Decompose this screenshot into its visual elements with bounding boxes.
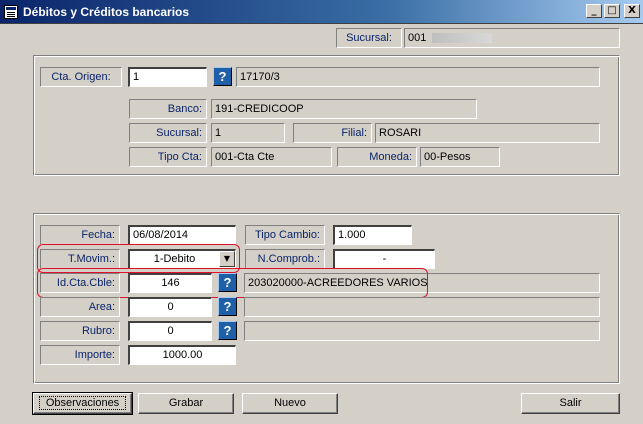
app-form-icon: [4, 4, 18, 19]
header-sucursal-value: 001: [408, 32, 427, 44]
tipo-cambio-input[interactable]: 1.000: [333, 225, 412, 245]
fecha-input[interactable]: 06/08/2014: [128, 225, 236, 245]
header-sucursal-field: 001: [404, 28, 620, 48]
dropdown-arrow-icon[interactable]: ▼: [219, 251, 235, 267]
moneda-value: 00-Pesos: [420, 147, 500, 167]
n-comprob-input[interactable]: -: [333, 249, 435, 269]
area-help-button[interactable]: ?: [218, 297, 237, 316]
tipo-cta-value: 001-Cta Cte: [211, 147, 332, 167]
filial-value: ROSARI: [375, 123, 600, 143]
area-input[interactable]: 0: [128, 297, 212, 317]
id-cta-cble-desc: 203020000-ACREEDORES VARIOS: [244, 273, 600, 293]
observaciones-button[interactable]: Observaciones: [32, 392, 133, 415]
filial-label: Filial:: [293, 123, 372, 143]
masked-region: [432, 33, 493, 44]
moneda-label: Moneda:: [337, 147, 417, 167]
banco-label: Banco:: [129, 99, 207, 119]
cta-origen-input[interactable]: 1: [128, 67, 207, 87]
cta-origen-label: Cta. Origen:: [40, 67, 122, 87]
rubro-input[interactable]: 0: [128, 321, 212, 341]
t-movim-label: T.Movim.:: [40, 249, 120, 269]
t-movim-value: 1-Debito: [153, 253, 196, 265]
importe-input[interactable]: 1000.00: [128, 345, 236, 365]
window-title: Débitos y Créditos bancarios: [23, 4, 190, 19]
cta-origen-desc: 17170/3: [236, 67, 600, 87]
fecha-label: Fecha:: [40, 225, 120, 245]
minimize-button[interactable]: _: [586, 4, 602, 18]
grabar-button[interactable]: Grabar: [138, 393, 234, 414]
importe-label: Importe:: [40, 345, 120, 365]
t-movim-select[interactable]: 1-Debito ▼: [128, 249, 236, 269]
rubro-desc: [244, 321, 600, 341]
sucursal-label: Sucursal:: [129, 123, 207, 143]
sucursal-value: 1: [211, 123, 285, 143]
close-button[interactable]: X: [624, 4, 640, 18]
area-label: Area:: [40, 297, 120, 317]
id-cta-cble-help-button[interactable]: ?: [218, 273, 237, 292]
maximize-button[interactable]: □: [604, 4, 620, 18]
tipo-cambio-label: Tipo Cambio:: [245, 225, 325, 245]
window-controls: _ □ X: [586, 4, 640, 18]
n-comprob-label: N.Comprob.:: [245, 249, 325, 269]
area-desc: [244, 297, 600, 317]
id-cta-cble-input[interactable]: 146: [128, 273, 212, 293]
nuevo-button[interactable]: Nuevo: [242, 393, 338, 414]
observaciones-button-label: Observaciones: [38, 396, 127, 410]
tipo-cta-label: Tipo Cta:: [129, 147, 207, 167]
cta-origen-help-button[interactable]: ?: [213, 67, 232, 86]
salir-button[interactable]: Salir: [521, 393, 620, 414]
title-bar: Débitos y Créditos bancarios _ □ X: [0, 0, 643, 24]
banco-value: 191-CREDICOOP: [211, 99, 477, 119]
header-sucursal-label: Sucursal:: [336, 28, 402, 48]
rubro-label: Rubro:: [40, 321, 120, 341]
rubro-help-button[interactable]: ?: [218, 321, 237, 340]
id-cta-cble-label: Id.Cta.Cble:: [40, 273, 120, 293]
